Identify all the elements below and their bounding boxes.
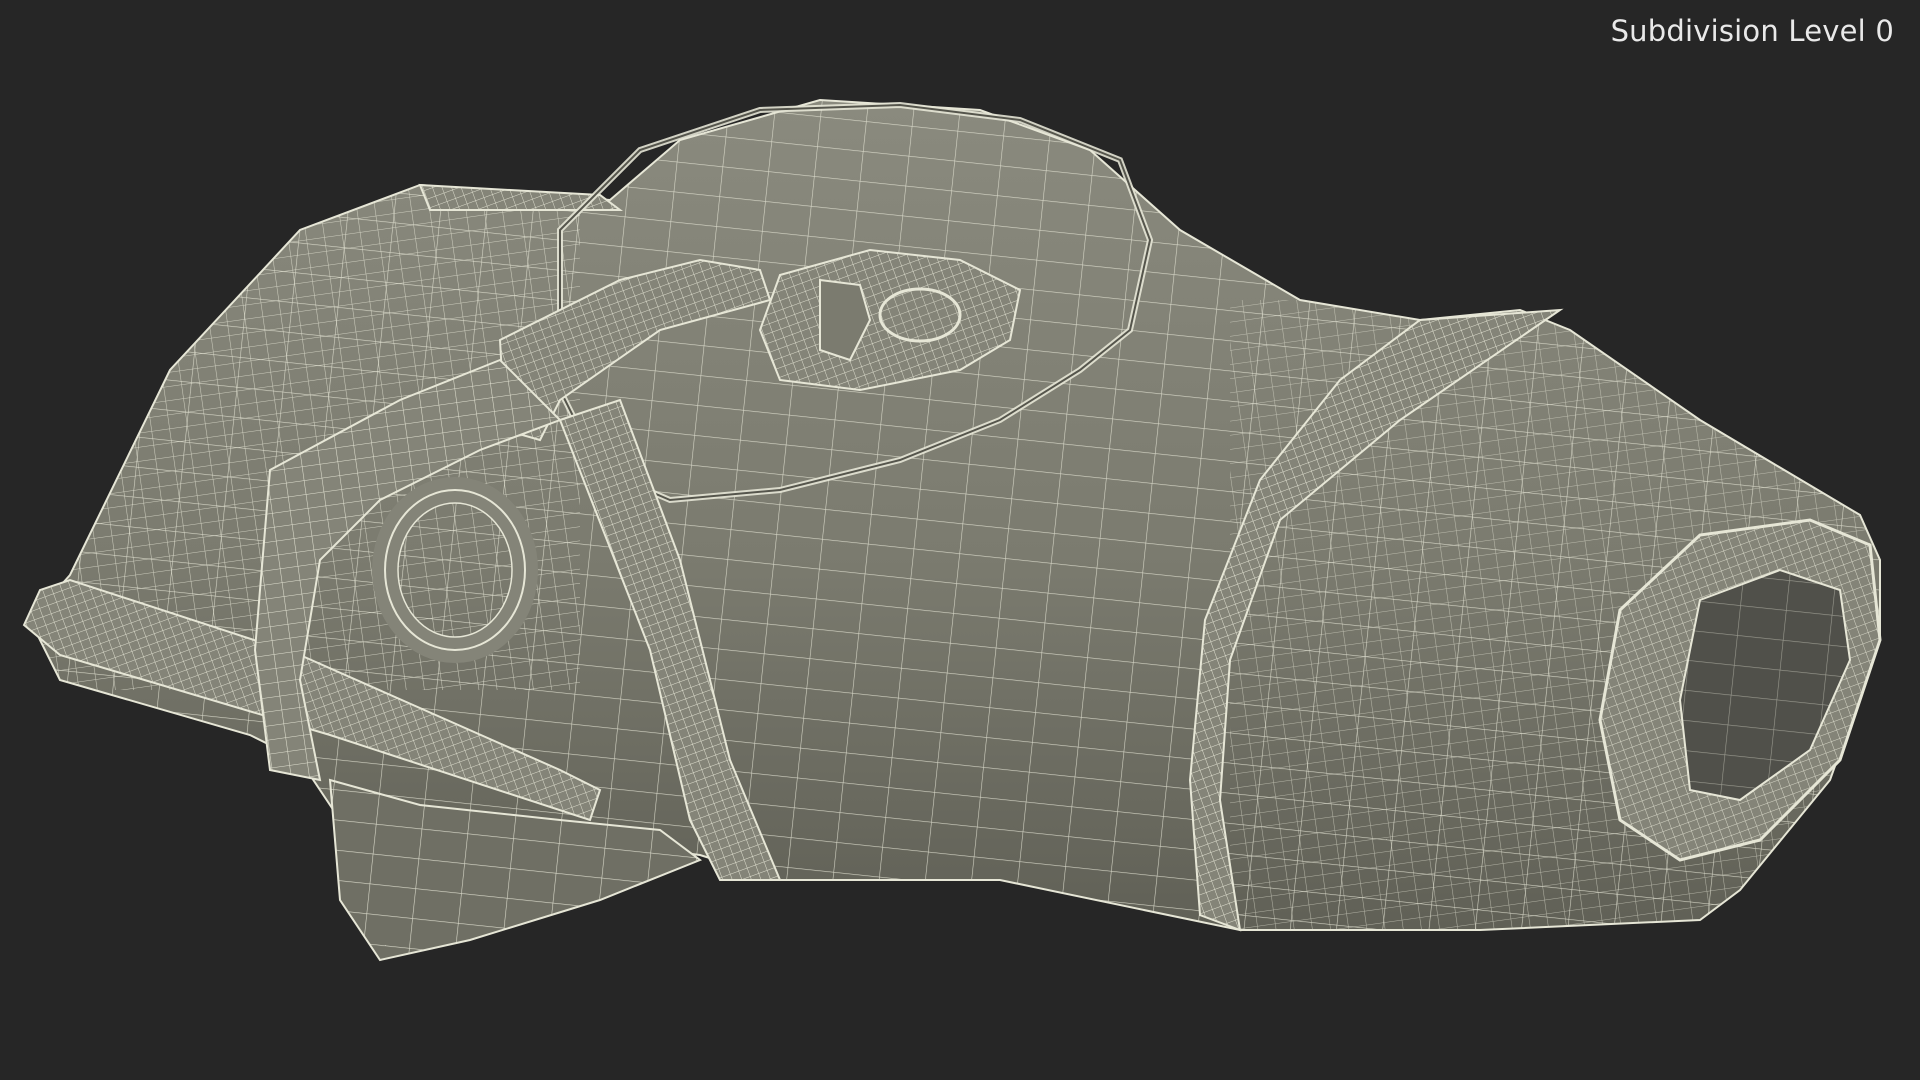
- wireframe-model-render: [22, 98, 1882, 962]
- viewport: Subdivision Level 0: [0, 0, 1920, 1080]
